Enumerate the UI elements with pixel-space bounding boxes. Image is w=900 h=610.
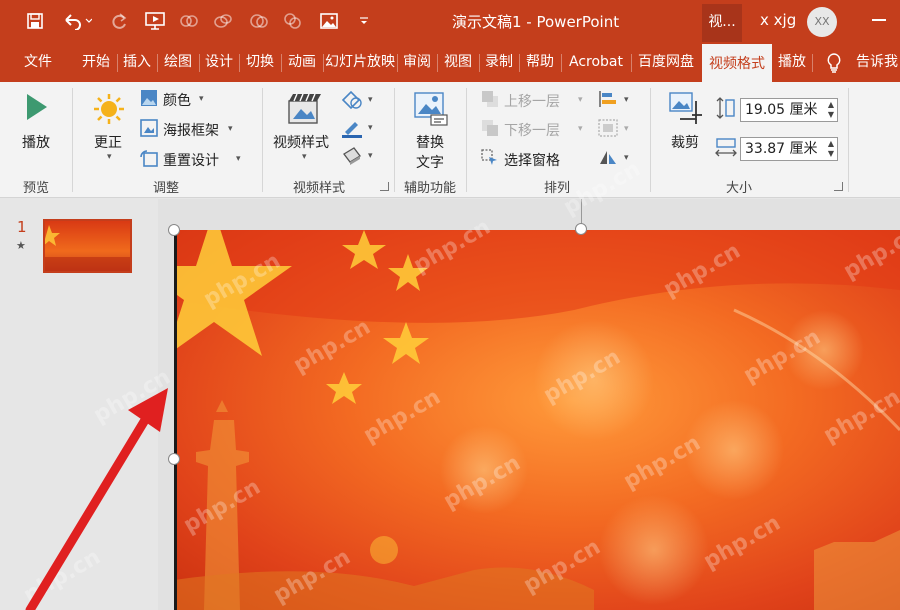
alt-text-icon[interactable] <box>413 91 449 131</box>
color-button[interactable]: 颜色 <box>163 90 191 110</box>
width-spinner[interactable]: ▲ ▼ <box>828 139 834 159</box>
group-label-size: 大小 <box>725 181 752 196</box>
send-backward-button[interactable]: 下移一层 <box>504 120 560 140</box>
video-object[interactable] <box>174 230 900 610</box>
video-shape-icon[interactable] <box>341 90 363 114</box>
redo-icon[interactable] <box>108 8 130 34</box>
ribbon-tabs: 文件 开始 插入 绘图 设计 切换 动画 幻灯片放映 审阅 视图 录制 帮助 A… <box>0 44 900 82</box>
customize-toolbar-icon[interactable] <box>356 8 372 34</box>
bring-forward-icon[interactable] <box>481 90 499 112</box>
lightbulb-icon[interactable] <box>826 53 842 77</box>
height-icon <box>716 96 736 124</box>
tab-transitions[interactable]: 切换 <box>240 44 280 82</box>
selection-pane-button[interactable]: 选择窗格 <box>504 150 560 170</box>
video-border-icon[interactable] <box>341 118 363 142</box>
tab-record[interactable]: 录制 <box>480 44 518 82</box>
tab-slideshow[interactable]: 幻灯片放映 <box>324 44 396 82</box>
merge-shapes-icon[interactable] <box>282 8 304 34</box>
slide-number: 1 <box>17 218 27 236</box>
title-bar: 演示文稿1 - PowerPoint 视... x xjg XX <box>0 0 900 44</box>
resize-handle-top[interactable] <box>575 223 587 235</box>
picture-icon[interactable] <box>318 8 340 34</box>
width-value: 33.87 厘米 <box>745 141 818 157</box>
group-label-video-styles: 视频样式 <box>292 181 345 196</box>
tab-draw[interactable]: 绘图 <box>158 44 198 82</box>
play-icon[interactable] <box>25 92 49 126</box>
slide-thumbnail[interactable] <box>43 219 132 273</box>
tab-help[interactable]: 帮助 <box>520 44 560 82</box>
selection-pane-icon[interactable] <box>481 149 499 171</box>
crop-icon[interactable] <box>668 91 706 129</box>
bring-forward-button[interactable]: 上移一层 <box>504 91 560 111</box>
tab-animations[interactable]: 动画 <box>282 44 322 82</box>
user-name[interactable]: x xjg <box>760 11 796 29</box>
tab-file[interactable]: 文件 <box>14 44 62 82</box>
resize-handle-top-left[interactable] <box>168 224 180 236</box>
tab-design[interactable]: 设计 <box>200 44 238 82</box>
video-styles-launcher-icon[interactable] <box>380 182 389 191</box>
present-from-start-icon[interactable] <box>142 8 168 34</box>
crop-button[interactable]: 裁剪 <box>671 132 699 152</box>
tab-video-format[interactable]: 视频格式 <box>702 44 772 82</box>
group-objects-icon[interactable] <box>598 119 618 141</box>
align-icon[interactable] <box>598 90 618 112</box>
width-icon <box>714 138 738 162</box>
play-button[interactable]: 播放 <box>22 132 50 152</box>
alt-text-button-line2[interactable]: 文字 <box>416 152 444 172</box>
reset-design-icon[interactable] <box>140 149 158 171</box>
context-tab-indicator[interactable]: 视... <box>702 4 742 42</box>
height-input[interactable]: 19.05 厘米 ▲ ▼ <box>740 98 838 122</box>
tab-home[interactable]: 开始 <box>76 44 116 82</box>
tab-insert[interactable]: 插入 <box>118 44 156 82</box>
annotation-arrow-icon <box>25 388 168 610</box>
minimize-icon[interactable] <box>872 19 886 21</box>
sun-icon[interactable] <box>92 92 126 130</box>
group-label-preview: 预览 <box>22 181 49 196</box>
group-label-adjust: 调整 <box>152 181 179 196</box>
save-icon[interactable] <box>24 8 46 34</box>
width-input[interactable]: 33.87 厘米 ▲ ▼ <box>740 137 838 161</box>
tab-baidu-netdisk[interactable]: 百度网盘 <box>632 44 700 82</box>
ribbon: 播放 预览 更正 ▾ 颜色 ▾ 海报框架 ▾ 重置设计 ▾ 调整 视频样式 ▾ … <box>0 82 900 198</box>
send-backward-icon[interactable] <box>481 119 499 141</box>
poster-frame-icon[interactable] <box>140 119 158 141</box>
shapes-icon[interactable] <box>212 8 234 34</box>
height-value: 19.05 厘米 <box>745 102 818 118</box>
link-icon[interactable] <box>178 8 200 34</box>
video-effects-icon[interactable] <box>341 146 363 170</box>
alt-text-button-line1[interactable]: 替换 <box>416 132 444 152</box>
animation-star-icon: ★ <box>16 239 26 252</box>
undo-icon[interactable] <box>60 8 94 34</box>
tab-acrobat[interactable]: Acrobat <box>562 44 630 82</box>
group-label-accessibility: 辅助功能 <box>403 181 456 196</box>
tab-review[interactable]: 审阅 <box>398 44 436 82</box>
color-icon[interactable] <box>140 89 158 111</box>
height-spinner[interactable]: ▲ ▼ <box>828 100 834 120</box>
tab-tell-me[interactable]: 告诉我 <box>856 44 900 82</box>
avatar[interactable]: XX <box>807 7 837 37</box>
video-styles-icon[interactable] <box>287 91 323 131</box>
video-styles-button[interactable]: 视频样式 <box>273 132 329 152</box>
poster-frame-button[interactable]: 海报框架 <box>163 120 219 140</box>
reset-design-button[interactable]: 重置设计 <box>163 150 219 170</box>
window-title: 演示文稿1 - PowerPoint <box>452 13 620 31</box>
corrections-button[interactable]: 更正 <box>94 132 122 152</box>
tab-view[interactable]: 视图 <box>438 44 478 82</box>
tab-playback[interactable]: 播放 <box>774 44 810 82</box>
size-launcher-icon[interactable] <box>834 182 843 191</box>
group-icon[interactable] <box>248 8 270 34</box>
